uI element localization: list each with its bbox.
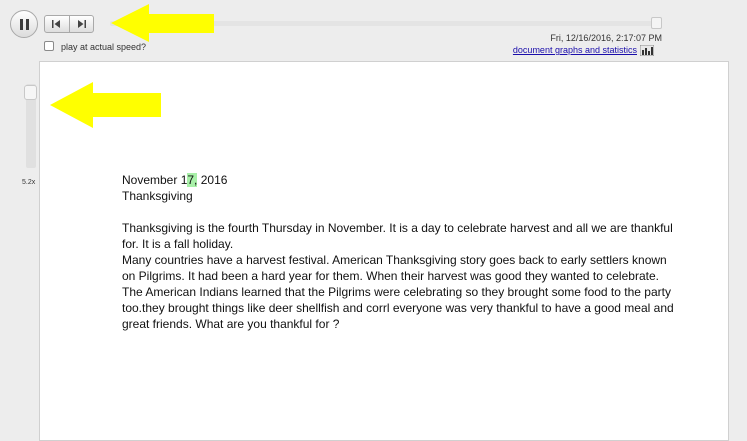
speed-slider-handle[interactable]	[24, 85, 37, 100]
step-back-button[interactable]	[45, 16, 69, 32]
timestamp: Fri, 12/16/2016, 2:17:07 PM	[550, 33, 662, 43]
arrow-annotation	[50, 81, 162, 129]
document-text: November 17, 2016 Thanksgiving Thanksgiv…	[122, 172, 682, 332]
play-actual-speed-label: play at actual speed?	[61, 42, 147, 52]
play-actual-speed-checkbox[interactable]	[44, 41, 54, 51]
paragraph: The American Indians learned that the Pi…	[122, 285, 674, 331]
pause-button[interactable]	[10, 10, 38, 38]
chart-icon[interactable]	[640, 45, 654, 56]
timeline-handle[interactable]	[651, 17, 662, 29]
speed-value: 5.2x	[22, 179, 36, 186]
cursor-highlight: 7,	[187, 173, 198, 187]
step-buttons	[44, 15, 94, 33]
arrow-annotation	[111, 3, 215, 43]
pause-icon	[19, 18, 23, 30]
step-forward-button[interactable]	[68, 16, 94, 32]
document-title: Thanksgiving	[122, 189, 193, 203]
paragraph: Many countries have a harvest festival. …	[122, 253, 667, 283]
document-date: November 17, 2016	[122, 173, 228, 187]
paragraph: Thanksgiving is the fourth Thursday in N…	[122, 221, 673, 251]
document-stats-link[interactable]: document graphs and statistics	[480, 45, 637, 55]
step-forward-icon	[77, 20, 86, 28]
step-back-icon	[52, 20, 61, 28]
